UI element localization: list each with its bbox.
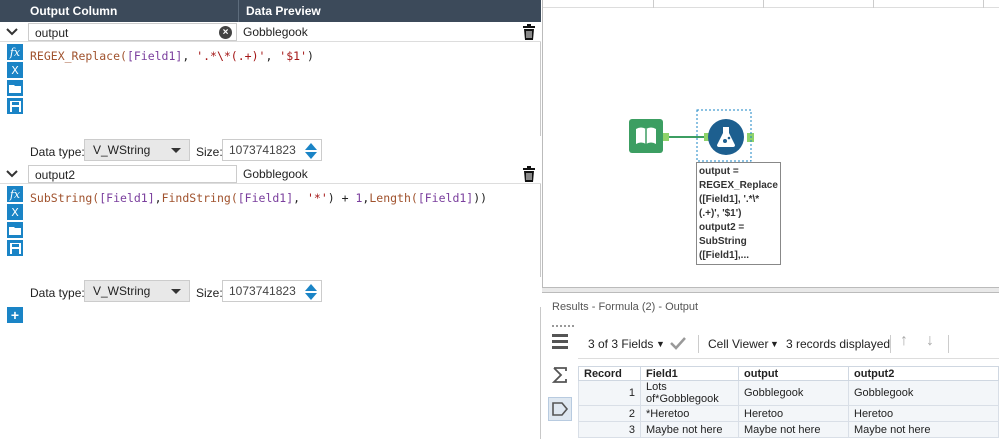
header-divider bbox=[238, 0, 239, 22]
formula-tool-icon[interactable] bbox=[708, 119, 744, 155]
column-header-field1[interactable]: Field1 bbox=[640, 366, 739, 381]
record-cell: 1 bbox=[578, 380, 641, 406]
results-side-tools bbox=[548, 329, 576, 439]
data-preview-value: Gobblegook bbox=[243, 167, 308, 181]
column-header-output2[interactable]: output2 bbox=[848, 366, 999, 381]
spin-down-icon[interactable] bbox=[302, 151, 320, 160]
table-cell[interactable]: Gobblegook bbox=[738, 380, 849, 406]
table-cell[interactable]: Maybe not here bbox=[738, 421, 849, 438]
datatype-row-output2: Data type: V_WString Size: 1073741823 bbox=[0, 277, 541, 307]
results-toolbar: 3 of 3 Fields ▼ Cell Viewer ▼ 3 records … bbox=[578, 327, 999, 359]
field-name-input[interactable]: output2 bbox=[28, 165, 237, 183]
data-preview-header: Data Preview bbox=[246, 4, 321, 18]
size-input[interactable]: 1073741823 bbox=[222, 280, 322, 302]
results-table: Record Field1 output output2 1 Lots of*G… bbox=[578, 366, 999, 438]
expression-tools: fx X bbox=[7, 186, 24, 258]
column-header-output[interactable]: output bbox=[738, 366, 849, 381]
table-cell[interactable]: Maybe not here bbox=[640, 421, 739, 438]
field-row-output: output × Gobblegook bbox=[0, 22, 541, 42]
trash-icon[interactable] bbox=[522, 166, 536, 182]
data-type-label: Data type: bbox=[30, 286, 85, 300]
clear-icon[interactable]: × bbox=[219, 26, 232, 39]
table-cell[interactable]: Heretoo bbox=[738, 405, 849, 422]
table-header-row: Record Field1 output output2 bbox=[578, 366, 999, 381]
input-data-tool-icon[interactable] bbox=[629, 119, 663, 153]
summarize-icon[interactable] bbox=[548, 363, 572, 387]
folder-icon[interactable] bbox=[7, 80, 23, 96]
results-title: Results - Formula (2) - Output bbox=[552, 301, 699, 313]
size-label: Size: bbox=[196, 145, 223, 159]
formula-config-panel: Output Column Data Preview output × Gobb… bbox=[0, 0, 541, 439]
table-cell[interactable]: Heretoo bbox=[848, 405, 999, 422]
table-cell[interactable]: Maybe not here bbox=[848, 421, 999, 438]
field-name-text: output2 bbox=[35, 168, 76, 182]
save-icon[interactable] bbox=[7, 240, 23, 256]
add-field-button[interactable]: + bbox=[7, 307, 23, 323]
check-icon[interactable] bbox=[670, 336, 686, 350]
table-row[interactable]: 1 Lots of*Gobblegook Gobblegook Gobblego… bbox=[578, 380, 999, 406]
toolbar-divider bbox=[948, 335, 949, 353]
expression-editor-output[interactable]: REGEX_Replace([Field1], '.*\*(.+)', '$1'… bbox=[30, 49, 314, 63]
fx-icon[interactable]: fx bbox=[7, 44, 23, 60]
data-type-label: Data type: bbox=[30, 145, 85, 159]
table-row[interactable]: 3 Maybe not here Maybe not here Maybe no… bbox=[578, 421, 999, 438]
dropdown-arrow-icon bbox=[171, 289, 181, 294]
tag-icon[interactable] bbox=[548, 397, 572, 421]
save-icon[interactable] bbox=[7, 98, 23, 114]
formula-annotation: output = REGEX_Replace ([Field1], '.*\* … bbox=[696, 162, 781, 265]
table-row[interactable]: 2 *Heretoo Heretoo Heretoo bbox=[578, 405, 999, 422]
datatype-row-output: Data type: V_WString Size: 1073741823 bbox=[0, 136, 541, 166]
results-panel: Results - Formula (2) - Output 3 of 3 Fi… bbox=[542, 293, 999, 439]
records-count: 3 records displayed bbox=[786, 337, 891, 351]
fields-dropdown[interactable]: 3 of 3 Fields bbox=[588, 337, 653, 351]
field-row-output2: output2 Gobblegook bbox=[0, 164, 541, 184]
spin-up-icon[interactable] bbox=[302, 142, 320, 151]
data-type-select[interactable]: V_WString bbox=[84, 280, 190, 302]
dropdown-arrow-icon[interactable]: ▼ bbox=[770, 339, 779, 349]
column-header: Output Column Data Preview bbox=[0, 0, 541, 22]
spin-down-icon[interactable] bbox=[302, 292, 320, 301]
folder-icon[interactable] bbox=[7, 222, 23, 238]
variable-icon[interactable]: X bbox=[7, 62, 23, 78]
fx-icon[interactable]: fx bbox=[7, 186, 23, 202]
arrow-down-icon[interactable]: ↓ bbox=[926, 332, 934, 350]
expression-editor-output2[interactable]: SubString([Field1],FindString([Field1], … bbox=[30, 191, 487, 205]
chevron-down-icon[interactable] bbox=[4, 24, 20, 40]
table-view-icon[interactable] bbox=[548, 329, 572, 353]
output-column-header: Output Column bbox=[30, 4, 118, 18]
spin-up-icon[interactable] bbox=[302, 283, 320, 292]
variable-icon[interactable]: X bbox=[7, 204, 23, 220]
dropdown-arrow-icon[interactable]: ▼ bbox=[656, 339, 665, 349]
record-cell: 2 bbox=[578, 405, 641, 422]
record-cell: 3 bbox=[578, 421, 641, 438]
toolbar-divider bbox=[698, 335, 699, 353]
chevron-down-icon[interactable] bbox=[4, 166, 20, 182]
table-cell[interactable]: Gobblegook bbox=[848, 380, 999, 406]
data-preview-value: Gobblegook bbox=[243, 25, 308, 39]
cell-viewer-dropdown[interactable]: Cell Viewer bbox=[708, 337, 768, 351]
expression-tools: fx X bbox=[7, 44, 24, 116]
trash-icon[interactable] bbox=[522, 24, 536, 40]
arrow-up-icon[interactable]: ↑ bbox=[900, 332, 908, 350]
dropdown-arrow-icon bbox=[171, 148, 181, 153]
column-header-record[interactable]: Record bbox=[578, 366, 641, 381]
toolbar-divider bbox=[890, 335, 891, 353]
table-cell[interactable]: Lots of*Gobblegook bbox=[640, 380, 739, 406]
field-name-text: output bbox=[35, 26, 69, 40]
data-type-select[interactable]: V_WString bbox=[84, 139, 190, 161]
size-label: Size: bbox=[196, 286, 223, 300]
table-cell[interactable]: *Heretoo bbox=[640, 405, 739, 422]
size-input[interactable]: 1073741823 bbox=[222, 139, 322, 161]
field-name-input[interactable]: output × bbox=[28, 23, 237, 41]
